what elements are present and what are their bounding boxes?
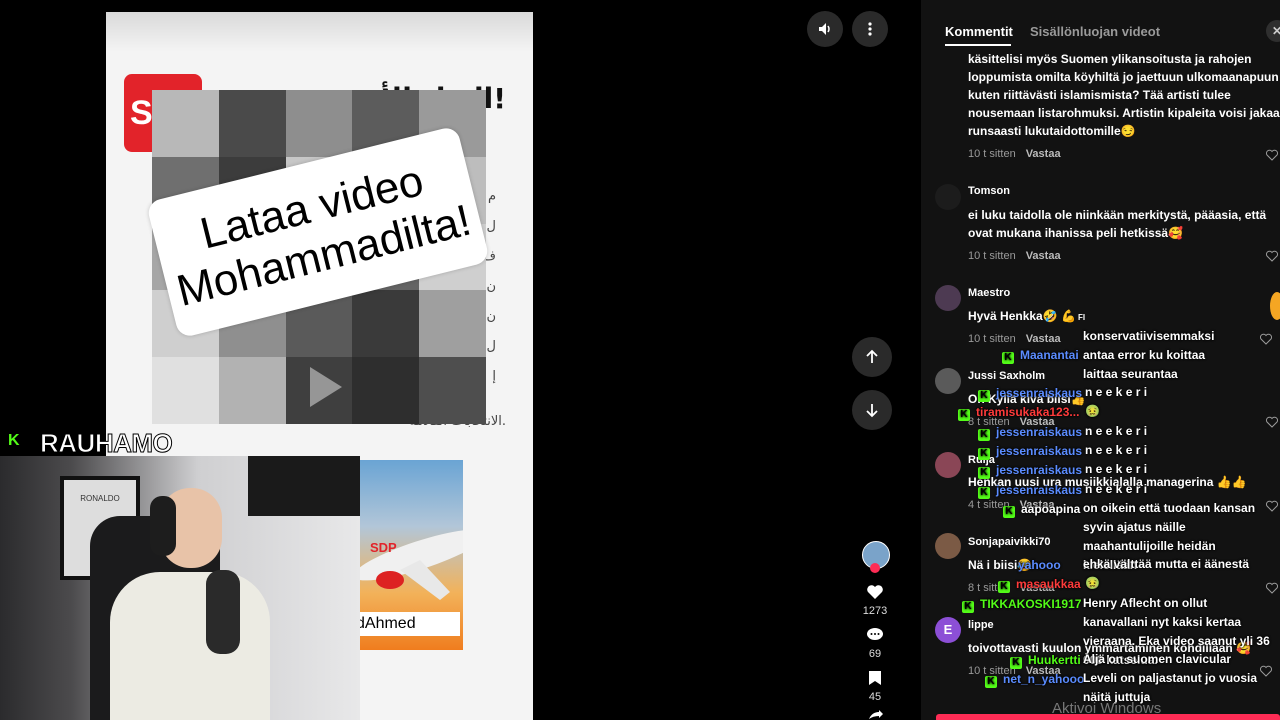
plane-livery-text: SDP — [370, 540, 397, 555]
chat-username: Kmasaukkaa — [998, 577, 1081, 593]
chat-username: K Maanantai — [1002, 348, 1079, 364]
chat-message: 🤢 — [1085, 576, 1100, 590]
chat-username: Ktiramisukaka123... — [958, 405, 1079, 421]
comment-meta: 10 t sitten Vastaa — [968, 148, 1061, 160]
chat-username: Kjessenraiskaus — [978, 463, 1082, 479]
plane-caption: dAhmed — [352, 612, 460, 636]
comment-text: käsittelisi myös Suomen ylikansoitusta j… — [968, 52, 1280, 138]
chat-username: yahooo — [1018, 558, 1061, 572]
heart-icon[interactable] — [866, 584, 884, 600]
more-icon — [868, 22, 872, 36]
comment-username[interactable]: Maestro — [968, 287, 1010, 299]
comment-like-icon[interactable] — [1266, 250, 1278, 262]
like-count: 1273 — [862, 605, 888, 617]
save-count: 45 — [868, 691, 882, 703]
comment-text: ei luku taidolla ole niinkään merkitystä… — [968, 208, 1267, 240]
comment-meta: 10 t sitten Vastaa — [968, 250, 1061, 262]
comment-like-icon[interactable] — [1260, 333, 1272, 345]
chat-message: n e e k e r i — [1085, 462, 1148, 476]
follow-plus-icon[interactable] — [870, 563, 880, 573]
kick-logo-icon: K — [8, 432, 20, 449]
close-icon: ✕ — [1271, 24, 1280, 38]
chat-username: Knet_n_yahooo — [985, 672, 1084, 688]
comment-username[interactable]: Tomson — [968, 185, 1010, 197]
arrow-up-icon — [866, 349, 878, 363]
chat-username: Kaapoapina — [1003, 502, 1080, 518]
comment-like-icon[interactable] — [1266, 582, 1278, 594]
tab-creator-videos[interactable]: Sisällönluojan videot — [1030, 24, 1160, 39]
chat-username: Kjessenraiskaus — [978, 425, 1082, 441]
chat-username: Kjessenraiskaus — [978, 483, 1082, 499]
comment-like-icon[interactable] — [1266, 149, 1278, 161]
share-icon[interactable] — [868, 710, 884, 720]
comment-username[interactable]: Sonjapaivikki70 — [968, 536, 1051, 548]
chat-username: K TIKKAKOSKI1917 — [962, 597, 1081, 613]
avatar[interactable] — [935, 368, 961, 394]
volume-button[interactable] — [807, 11, 843, 47]
more-options-button[interactable] — [852, 11, 888, 47]
chat-username: Kjessenraiskaus — [978, 444, 1082, 460]
bookmark-icon[interactable] — [868, 670, 882, 686]
reply-button[interactable]: Vastaa — [1026, 333, 1061, 345]
windows-activation-watermark: Aktivoi Windows — [1052, 700, 1162, 717]
chat-message: n e e k e r i — [1085, 424, 1148, 438]
next-video-button[interactable] — [852, 390, 892, 430]
chat-message: n e e k e r i — [1085, 385, 1148, 399]
avatar[interactable] — [935, 184, 961, 210]
microphone — [206, 570, 240, 654]
active-tab-indicator — [945, 44, 1011, 46]
reply-button[interactable]: Vastaa — [1026, 148, 1061, 160]
play-icon[interactable] — [292, 357, 352, 417]
comment-icon[interactable] — [866, 627, 884, 643]
comment-meta: 10 t sitten Vastaa — [968, 333, 1061, 345]
reply-button[interactable]: Vastaa — [1026, 250, 1061, 262]
comment-username[interactable]: lippe — [968, 619, 994, 631]
chat-message: ehkä välttää mutta ei äänestä — [1083, 557, 1250, 571]
speaker-icon — [819, 23, 830, 35]
tab-comments[interactable]: Kommentit — [945, 24, 1013, 39]
streamer-shirt — [110, 572, 270, 720]
chat-username: Kjessenraiskaus — [978, 386, 1082, 402]
avatar[interactable] — [935, 452, 961, 478]
chat-message: konservatiivisemmaksi antaa error ku koi… — [1083, 329, 1215, 381]
chat-message: n e e k e r i — [1085, 482, 1148, 496]
webcam-feed: RONALDO — [0, 456, 360, 720]
avatar[interactable]: E — [935, 617, 961, 643]
comment-count: 69 — [868, 648, 882, 660]
floating-avatar[interactable] — [1270, 292, 1280, 320]
arrow-down-icon — [866, 404, 878, 418]
previous-video-button[interactable] — [852, 337, 892, 377]
chat-message: 🤢 — [1085, 404, 1100, 418]
chat-message: Aljä on suomen clavicular — [1083, 652, 1232, 666]
headphones — [150, 496, 176, 556]
comment-text: Hyvä Henkka🤣 💪 FI — [968, 309, 1086, 323]
comment-username[interactable]: Jussi Saxholm — [968, 370, 1045, 382]
video-top-fade — [106, 12, 533, 52]
avatar[interactable] — [935, 285, 961, 311]
frame-text: RONALDO — [80, 494, 120, 503]
comment-like-icon[interactable] — [1266, 416, 1278, 428]
avatar[interactable] — [935, 533, 961, 559]
chat-message: n e e k e r i — [1085, 443, 1148, 457]
shelf — [248, 456, 360, 516]
chat-username: K Huukertti — [1010, 653, 1081, 669]
